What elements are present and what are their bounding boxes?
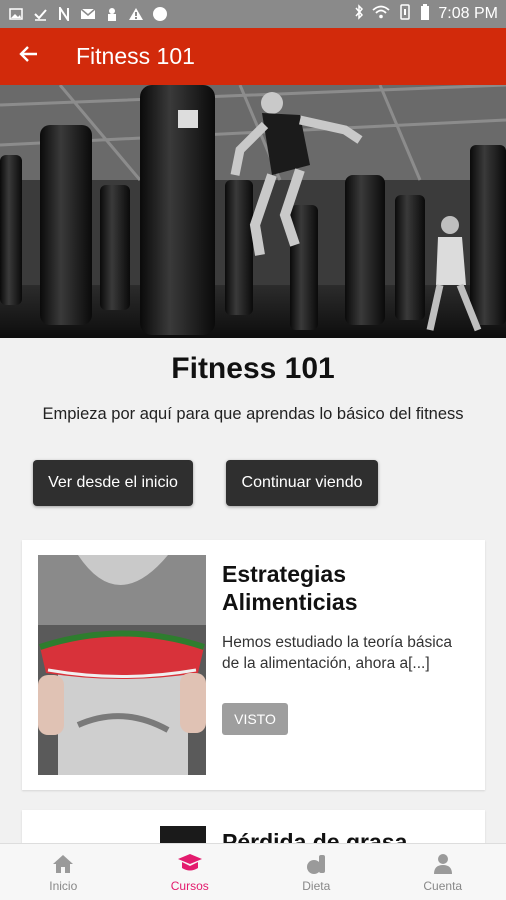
bluetooth-icon <box>354 3 364 25</box>
back-button[interactable] <box>0 28 57 85</box>
bottom-navigation: Inicio Cursos Dieta Cuenta <box>0 843 506 900</box>
course-subtitle: Empieza por aquí para que aprendas lo bá… <box>42 405 464 423</box>
app-title: Fitness 101 <box>76 43 195 69</box>
lesson-title: Estrategias Alimenticias <box>222 561 358 615</box>
nav-label: Cuenta <box>423 879 463 893</box>
clock-time: 7:08 PM <box>438 5 498 22</box>
circle-icon <box>152 6 168 22</box>
mail-icon <box>80 6 96 22</box>
arrow-left-icon <box>18 45 39 68</box>
continue-watching-button[interactable]: Continuar viendo <box>226 460 378 506</box>
courses-icon <box>177 851 203 877</box>
start-from-beginning-button[interactable]: Ver desde el inicio <box>33 460 193 506</box>
account-icon <box>430 851 456 877</box>
nav-item-cuenta[interactable]: Cuenta <box>380 844 506 900</box>
status-bar: 7:08 PM <box>0 0 506 28</box>
lesson-card[interactable]: Estrategias Alimenticias Hemos estudiado… <box>22 540 485 790</box>
nav-item-cursos[interactable]: Cursos <box>127 844 254 900</box>
check-icon <box>32 6 48 22</box>
app-bar: Fitness 101 <box>0 28 506 85</box>
hero-image <box>0 85 506 338</box>
lesson-thumbnail <box>38 555 206 775</box>
nav-label: Dieta <box>302 879 331 893</box>
image-icon <box>8 6 24 22</box>
nav-label: Inicio <box>49 879 78 893</box>
course-title: Fitness 101 <box>171 352 335 385</box>
nav-item-dieta[interactable]: Dieta <box>253 844 380 900</box>
vibrate-icon <box>398 3 412 25</box>
n-icon <box>56 6 72 22</box>
lesson-description: Hemos estudiado la teoría básica de la a… <box>222 634 453 672</box>
diet-icon <box>303 851 329 877</box>
nav-item-inicio[interactable]: Inicio <box>0 844 127 900</box>
wifi-icon <box>372 5 390 24</box>
seen-status-button[interactable]: VISTO <box>222 703 288 735</box>
nav-label: Cursos <box>170 879 209 893</box>
home-icon <box>50 851 76 877</box>
warning-icon <box>128 6 144 22</box>
battery-icon <box>420 3 430 25</box>
person-icon <box>104 6 120 22</box>
